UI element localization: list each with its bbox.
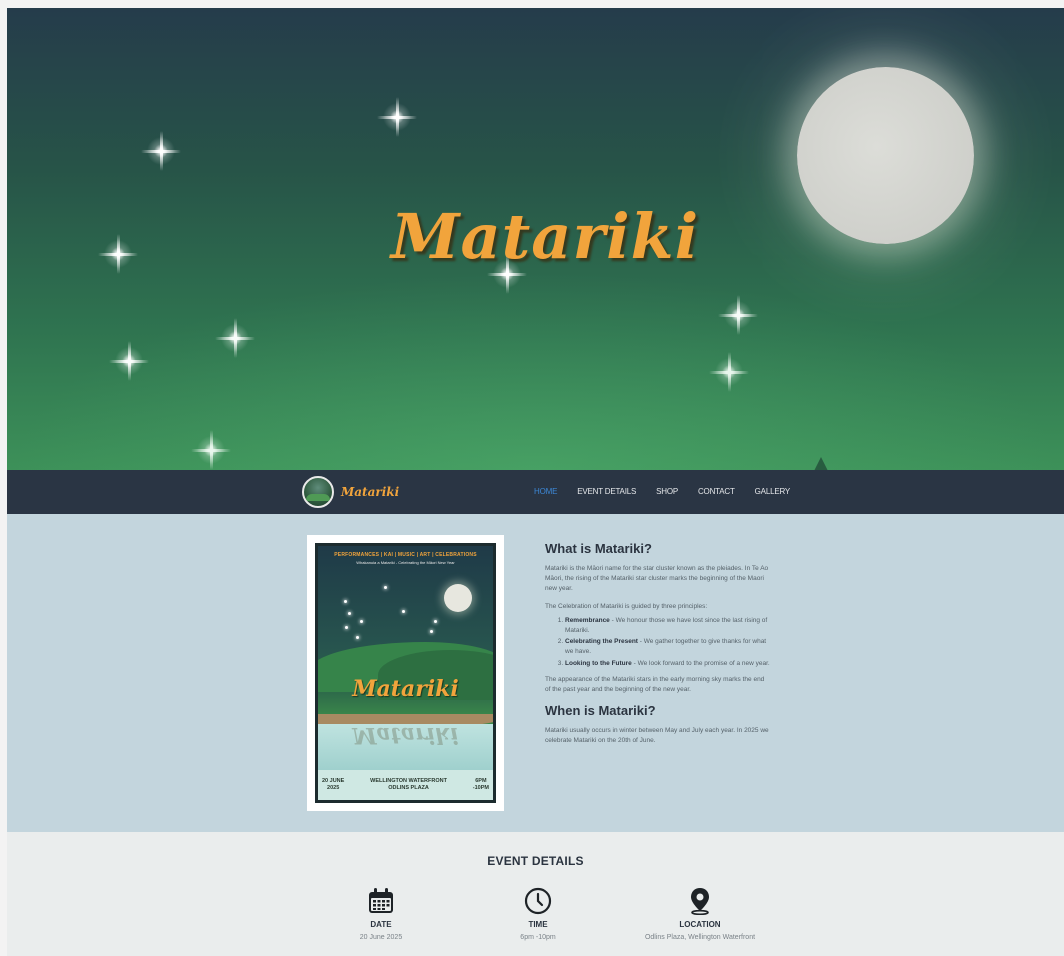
principle-text: - We look forward to the promise of a ne… — [631, 659, 770, 667]
detail-location: LOCATION Odlins Plaza, Wellington Waterf… — [620, 887, 780, 941]
poster-star — [344, 600, 347, 603]
poster-date: 20 JUNE 2025 — [322, 778, 344, 792]
star-graphic — [139, 129, 183, 173]
hero-banner: Matariki — [7, 8, 1064, 471]
event-poster: PERFORMANCES | KAI | MUSIC | ART | CELEB… — [307, 535, 504, 811]
detail-time: TIME 6pm -10pm — [458, 887, 618, 941]
when-is-matariki-heading: When is Matariki? — [545, 702, 656, 718]
moon-graphic — [797, 67, 974, 244]
clock-icon — [524, 887, 552, 915]
poster-time: 6PM -10PM — [473, 778, 489, 792]
location-value: Odlins Plaza, Wellington Waterfront — [644, 934, 756, 941]
poster-star — [348, 612, 351, 615]
appearance-paragraph: The appearance of the Matariki stars in … — [545, 675, 765, 693]
about-section: PERFORMANCES | KAI | MUSIC | ART | CELEB… — [7, 514, 1064, 832]
poster-subtitle: Whakanuia a Matariki - Celebrating the M… — [356, 560, 455, 565]
nav-link-gallery[interactable]: GALLERY — [755, 487, 791, 496]
poster-star — [384, 586, 387, 589]
poster-footer: 20 JUNE 2025 WELLINGTON WATERFRONT ODLIN… — [318, 770, 493, 800]
intro-paragraph: Matariki is the Māori name for the star … — [545, 565, 769, 593]
principle-title: Celebrating the Present — [565, 638, 638, 646]
calendar-icon — [369, 888, 393, 913]
poster-date-line: 20 JUNE — [322, 778, 345, 785]
hero-title: Matariki — [390, 200, 700, 273]
nav-link-shop[interactable]: SHOP — [656, 487, 678, 496]
poster-moon-graphic — [444, 584, 472, 612]
nav-link-event-details[interactable]: EVENT DETAILS — [577, 487, 636, 496]
poster-star — [434, 620, 437, 623]
logo-text[interactable]: Matariki — [341, 485, 399, 499]
event-details-title: EVENT DETAILS — [487, 854, 584, 868]
principle-item: Celebrating the Present - We gather toge… — [565, 637, 770, 657]
poster-star — [402, 610, 405, 613]
poster-time-line: 6PM — [475, 778, 487, 785]
time-label: TIME — [528, 920, 548, 929]
event-details-section: EVENT DETAILS DATE 20 June 2025 TIME 6pm… — [7, 832, 1064, 956]
star-graphic — [96, 232, 140, 276]
principle-title: Remembrance — [565, 617, 610, 625]
detail-date: DATE 20 June 2025 — [301, 887, 461, 941]
principles-list: Remembrance - We honour those we have lo… — [565, 616, 770, 668]
principle-title: Looking to the Future — [565, 659, 632, 667]
principle-item: Looking to the Future - We look forward … — [565, 659, 770, 669]
poster-venue-line: WELLINGTON WATERFRONT — [370, 778, 447, 785]
poster-title: Matariki — [352, 676, 459, 702]
about-text: What is Matariki? Matariki is the Māori … — [545, 541, 770, 754]
poster-title-reflection: Matariki — [352, 722, 459, 748]
nav-link-contact[interactable]: CONTACT — [698, 487, 735, 496]
poster-star — [430, 630, 433, 633]
main-navigation: Matariki HOME EVENT DETAILS SHOP CONTACT… — [7, 470, 1064, 514]
tree-graphic — [814, 457, 828, 471]
nav-link-home[interactable]: HOME — [534, 487, 557, 496]
poster-star — [360, 620, 363, 623]
location-pin-icon — [691, 888, 709, 915]
location-label: LOCATION — [679, 920, 721, 929]
when-paragraph: Matariki usually occurs in winter betwee… — [545, 726, 769, 744]
star-graphic — [375, 95, 419, 139]
poster-time-line: -10PM — [472, 785, 489, 791]
poster-venue-line: ODLINS PLAZA — [388, 785, 429, 791]
star-graphic — [107, 339, 151, 383]
principle-item: Remembrance - We honour those we have lo… — [565, 616, 770, 636]
poster-date-line: 2025 — [327, 785, 340, 791]
poster-star — [356, 636, 359, 639]
star-graphic — [213, 316, 257, 360]
star-graphic — [716, 293, 760, 337]
poster-artwork: PERFORMANCES | KAI | MUSIC | ART | CELEB… — [315, 543, 496, 803]
star-graphic — [189, 428, 233, 471]
poster-star — [345, 626, 348, 629]
logo-badge-icon[interactable] — [302, 476, 334, 508]
date-value: 20 June 2025 — [359, 934, 403, 941]
time-value: 6pm -10pm — [520, 934, 556, 941]
poster-top-line: PERFORMANCES | KAI | MUSIC | ART | CELEB… — [334, 552, 477, 558]
poster-venue: WELLINGTON WATERFRONT ODLINS PLAZA — [344, 778, 472, 792]
date-label: DATE — [370, 920, 392, 929]
principles-intro: The Celebration of Matariki is guided by… — [545, 603, 708, 611]
nav-links: HOME EVENT DETAILS SHOP CONTACT GALLERY — [534, 487, 790, 496]
star-graphic — [707, 350, 751, 394]
what-is-matariki-heading: What is Matariki? — [545, 541, 652, 556]
